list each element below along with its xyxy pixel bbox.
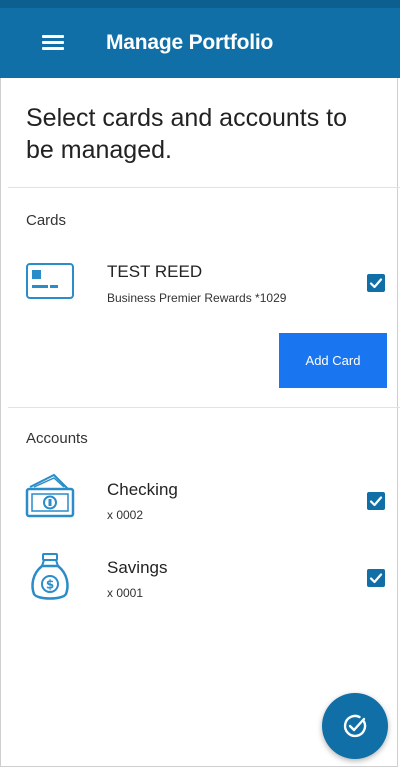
checking-checkbox[interactable] — [367, 492, 385, 510]
app-bar: Manage Portfolio — [0, 0, 400, 78]
cards-section-label: Cards — [26, 212, 67, 229]
add-card-button[interactable]: Add Card — [279, 333, 387, 388]
check-circle-icon — [343, 714, 367, 738]
card-checkbox[interactable] — [367, 274, 385, 292]
checkmark-icon — [369, 278, 383, 289]
svg-text:$: $ — [46, 578, 54, 592]
savings-checkbox[interactable] — [367, 569, 385, 587]
confirm-fab-button[interactable] — [322, 693, 388, 759]
page-title: Manage Portfolio — [106, 31, 274, 54]
cash-stack-icon — [25, 473, 75, 518]
account-number: x 0001 — [107, 586, 144, 600]
divider — [8, 407, 400, 408]
card-holder-name: TEST REED — [107, 262, 203, 281]
account-name: Savings — [107, 558, 168, 577]
divider — [8, 187, 400, 188]
account-name: Checking — [107, 480, 178, 499]
checkmark-icon — [369, 496, 383, 507]
account-number: x 0002 — [107, 508, 144, 522]
instruction-heading: Select cards and accounts to be managed. — [26, 104, 348, 164]
money-bag-icon: $ — [31, 553, 69, 600]
checkmark-icon — [369, 573, 383, 584]
hamburger-menu-icon[interactable] — [42, 33, 70, 53]
card-description: Business Premier Rewards *1029 — [107, 291, 287, 305]
credit-card-icon — [26, 263, 74, 299]
accounts-section-label: Accounts — [26, 430, 88, 447]
